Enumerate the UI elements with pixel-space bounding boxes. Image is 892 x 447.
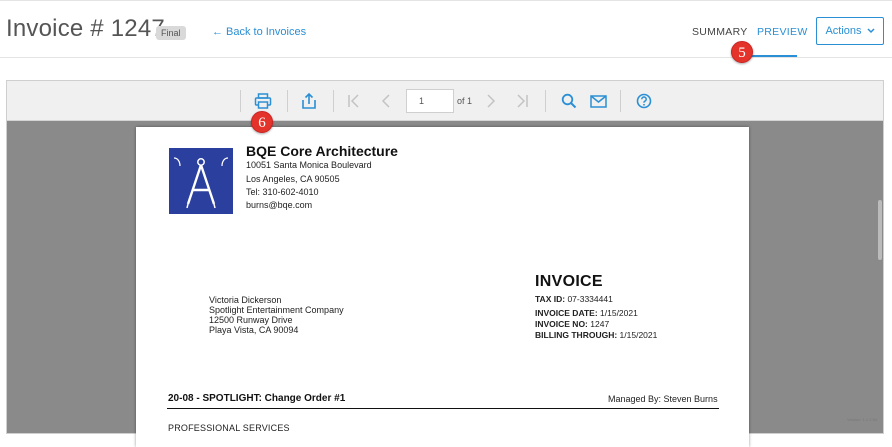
search-button[interactable] [558,91,580,111]
chevron-down-icon [867,25,875,37]
annotation-marker-5: 5 [731,41,753,63]
invoice-date-label: INVOICE DATE: [535,308,598,318]
billing-through-value: 1/15/2021 [619,330,658,340]
version-label: Version: 1.1.1.54 [847,417,878,422]
tax-id-line: TAX ID: 07-3334441 [535,294,613,304]
previous-page-button[interactable] [375,91,397,111]
first-page-icon [348,94,359,108]
actions-button[interactable]: Actions [816,17,884,45]
back-to-invoices-link[interactable]: ← Back to Invoices [212,26,306,38]
actions-label: Actions [825,25,862,37]
toolbar-separator [240,90,241,112]
next-page-button[interactable] [480,91,502,111]
company-address-line1: 10051 Santa Monica Boulevard [246,160,372,170]
email-icon [589,94,607,108]
toolbar-separator [545,90,546,112]
invoice-number-label: INVOICE NO: [535,319,588,329]
arrow-left-icon: ← [212,26,223,38]
tab-preview[interactable]: PREVIEW [757,26,808,38]
managed-by: Managed By: Steven Burns [608,394,718,404]
invoice-number-line: INVOICE NO: 1247 [535,319,609,329]
bill-to-name: Victoria Dickerson [209,295,282,305]
toolbar-separator [287,90,288,112]
page-count-label: of 1 [457,96,473,106]
bill-to-company: Spotlight Entertainment Company [209,305,344,315]
company-address-line2: Los Angeles, CA 90505 [246,174,340,184]
help-button[interactable] [633,91,655,111]
invoice-date-line: INVOICE DATE: 1/15/2021 [535,308,638,318]
export-button[interactable] [298,91,320,111]
active-tab-indicator [749,55,797,57]
invoice-page: BQE Core Architecture 10051 Santa Monica… [136,127,749,447]
last-page-icon [517,94,528,108]
back-link-label: Back to Invoices [226,26,307,38]
print-button[interactable] [252,91,274,111]
bill-to-city: Playa Vista, CA 90094 [209,325,299,335]
invoice-number-value: 1247 [590,319,610,329]
page-title: Invoice # 1247 [6,15,165,42]
email-button[interactable] [587,91,609,111]
section-heading: PROFESSIONAL SERVICES [168,423,290,433]
status-badge: Final [156,26,186,40]
first-page-button[interactable] [343,91,365,111]
last-page-button[interactable] [511,91,533,111]
help-icon [636,93,652,109]
tax-id-value: 07-3334441 [567,294,613,304]
invoice-date-value: 1/15/2021 [600,308,638,318]
billing-through-line: BILLING THROUGH: 1/15/2021 [535,330,657,340]
vertical-scrollbar[interactable] [878,200,882,260]
viewer-toolbar: of 1 [7,81,883,121]
project-title: 20-08 - SPOTLIGHT: Change Order #1 [168,393,346,404]
company-email: burns@bqe.com [246,200,313,210]
report-viewer: of 1 [6,80,884,447]
company-name: BQE Core Architecture [246,143,398,159]
page-number-input[interactable] [406,89,454,113]
page-header: Invoice # 1247 Final ← Back to Invoices … [0,0,892,58]
billing-through-label: BILLING THROUGH: [535,330,618,340]
annotation-marker-6: 6 [251,111,273,133]
company-phone: Tel: 310-602-4010 [246,187,319,197]
share-icon [302,92,316,109]
company-logo [169,148,233,214]
toolbar-separator [333,90,334,112]
tab-summary[interactable]: SUMMARY [692,26,748,38]
toolbar-separator [620,90,621,112]
print-icon [254,93,272,109]
invoice-heading: INVOICE [535,273,603,290]
next-page-icon [487,94,496,108]
tax-id-label: TAX ID: [535,294,566,304]
bill-to-street: 12500 Runway Drive [209,315,293,325]
project-divider [167,408,719,409]
search-icon [561,93,577,109]
previous-page-icon [381,94,390,108]
